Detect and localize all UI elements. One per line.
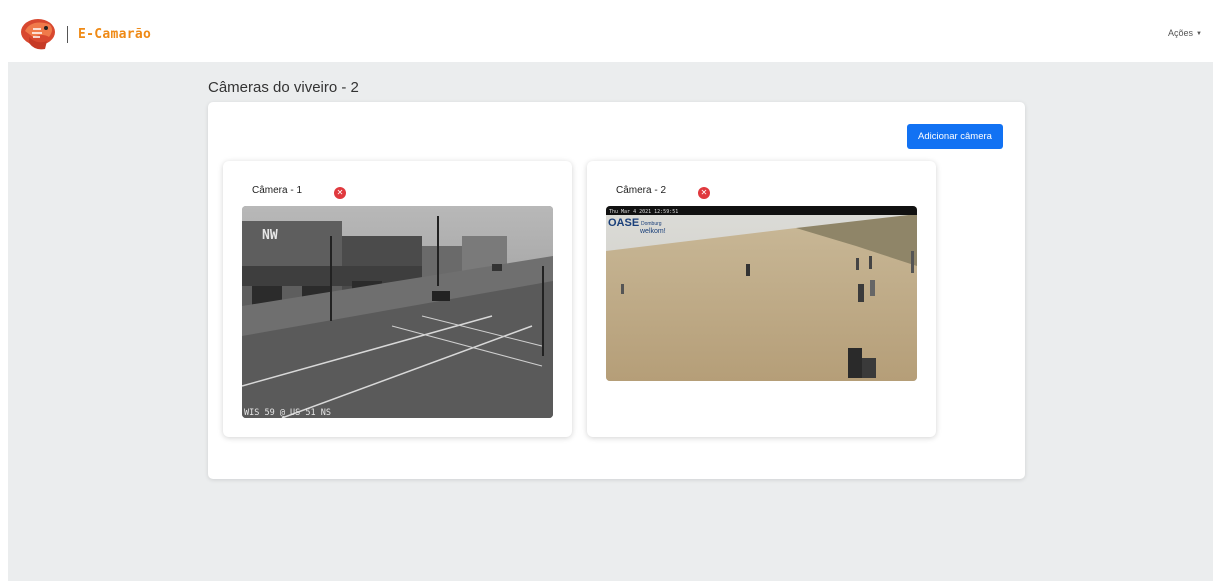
sign-text: NW bbox=[262, 228, 278, 243]
camera-feed[interactable]: NW WIS 59 @ US 51 NS bbox=[242, 206, 553, 418]
feed-tagline: welkom! bbox=[639, 228, 666, 235]
camera-feed[interactable]: Thu Mar 4 2021 12:59:51 OASE Domburg wel… bbox=[606, 206, 917, 381]
street-feed-image: NW WIS 59 @ US 51 NS bbox=[242, 206, 553, 418]
shrimp-logo-icon[interactable] bbox=[19, 15, 57, 53]
feed-brand: OASE bbox=[608, 217, 639, 229]
main-content: Câmeras do viveiro - 2 Adicionar câmera … bbox=[8, 62, 1213, 581]
cameras-panel: Adicionar câmera Câmera - 1 ✕ NW WIS 59 … bbox=[208, 102, 1025, 479]
caret-down-icon: ▼ bbox=[1196, 31, 1202, 37]
add-camera-button[interactable]: Adicionar câmera bbox=[907, 124, 1003, 149]
actions-menu[interactable]: Ações ▼ bbox=[1168, 28, 1202, 38]
brand-separator bbox=[67, 26, 68, 43]
beach-feed-image: Thu Mar 4 2021 12:59:51 OASE Domburg wel… bbox=[606, 206, 917, 381]
brand-name[interactable]: E-Camarão bbox=[78, 27, 151, 42]
camera-title: Câmera - 1 bbox=[252, 185, 303, 196]
feed-brand-small: Domburg bbox=[641, 221, 662, 227]
actions-label: Ações bbox=[1168, 28, 1194, 38]
close-circle-icon[interactable]: ✕ bbox=[334, 187, 346, 199]
top-navbar: E-Camarão Ações ▼ bbox=[0, 0, 1213, 62]
close-circle-icon[interactable]: ✕ bbox=[698, 187, 710, 199]
feed-timestamp: Thu Mar 4 2021 12:59:51 bbox=[609, 209, 678, 215]
camera-card: Câmera - 1 ✕ NW WIS 59 @ US 51 NS bbox=[223, 161, 572, 437]
camera-title: Câmera - 2 bbox=[616, 185, 667, 196]
camera-card: Câmera - 2 ✕ Thu Mar 4 2021 12:59:51 OAS… bbox=[587, 161, 936, 437]
page-title: Câmeras do viveiro - 2 bbox=[208, 79, 359, 96]
feed-overlay-text: WIS 59 @ US 51 NS bbox=[244, 408, 331, 418]
